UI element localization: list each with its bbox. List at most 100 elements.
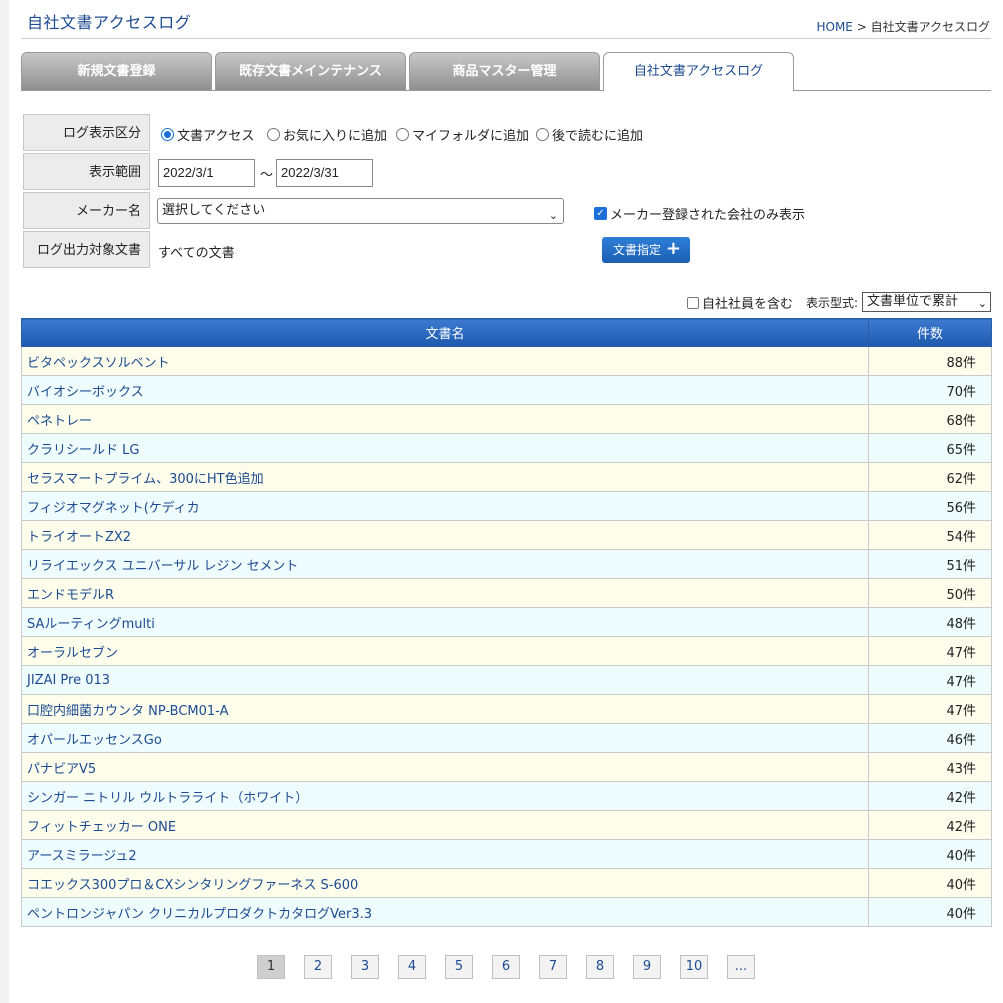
column-header-count[interactable]: 件数 xyxy=(868,318,992,347)
table-row: アースミラージュ2 40件 xyxy=(21,839,992,869)
tab-document-maintenance[interactable]: 既存文書メインテナンス xyxy=(215,52,406,90)
breadcrumb: HOME > 自社文書アクセスログ xyxy=(816,18,990,35)
maker-select-value: 選択してください xyxy=(162,203,266,218)
table-row: ペネトレー 68件 xyxy=(21,404,992,434)
pagination-page[interactable]: 3 xyxy=(351,955,379,979)
include-staff-checkbox[interactable]: 自社社員を含む xyxy=(687,293,793,312)
document-name-link[interactable]: ペントロンジャパン クリニカルプロダクトカタログVer3.3 xyxy=(21,897,869,927)
breadcrumb-separator: > xyxy=(856,20,867,34)
radio-document-access[interactable]: 文書アクセス xyxy=(161,125,254,144)
table-row: フィジオマグネット(ケディカ 56件 xyxy=(21,491,992,521)
radio-add-my-folder[interactable]: マイフォルダに追加 xyxy=(396,125,529,144)
document-name-link[interactable]: コエックス300プロ＆CXシンタリングファーネス S-600 xyxy=(21,868,869,898)
docs-row: ログ出力対象文書 すべての文書 文書指定 + xyxy=(23,231,993,270)
table-row: 口腔内細菌カウンタ NP-BCM01-A 47件 xyxy=(21,694,992,724)
column-header-document-name[interactable]: 文書名 xyxy=(21,318,869,347)
breadcrumb-home-link[interactable]: HOME xyxy=(816,20,852,34)
pagination-page[interactable]: 7 xyxy=(539,955,567,979)
chevron-down-icon: ⌄ xyxy=(977,297,987,310)
maker-only-checkbox[interactable]: ✓ メーカー登録された会社のみ表示 xyxy=(594,204,805,223)
breadcrumb-current: 自社文書アクセスログ xyxy=(870,20,990,34)
tab-product-master[interactable]: 商品マスター管理 xyxy=(409,52,600,90)
access-count: 48件 xyxy=(868,607,992,637)
table-row: トライオートZX2 54件 xyxy=(21,520,992,550)
access-count: 56件 xyxy=(868,491,992,521)
document-name-link[interactable]: バイオシーボックス xyxy=(21,375,869,405)
radio-label: マイフォルダに追加 xyxy=(412,129,530,144)
radio-unselected-icon xyxy=(396,128,409,141)
table-row: SAルーティングmulti 48件 xyxy=(21,607,992,637)
pagination-page[interactable]: 9 xyxy=(633,955,661,979)
access-count: 43件 xyxy=(868,752,992,782)
document-name-link[interactable]: セラスマートプライム、300にHT色追加 xyxy=(21,462,869,492)
range-separator: 〜 xyxy=(260,168,274,183)
docs-label: ログ出力対象文書 xyxy=(23,231,150,268)
document-name-link[interactable]: フィットチェッカー ONE xyxy=(21,810,869,840)
document-name-link[interactable]: トライオートZX2 xyxy=(21,520,869,550)
pagination-more[interactable]: ... xyxy=(727,955,755,979)
tab-access-log[interactable]: 自社文書アクセスログ xyxy=(603,52,794,91)
format-select-value: 文書単位で累計 xyxy=(867,294,959,309)
document-name-link[interactable]: シンガー ニトリル ウルトラライト（ホワイト） xyxy=(21,781,869,811)
document-name-link[interactable]: JIZAI Pre 013 xyxy=(21,665,869,695)
access-count: 42件 xyxy=(868,781,992,811)
pagination-page[interactable]: 5 xyxy=(445,955,473,979)
date-to-input[interactable]: 2022/3/31 xyxy=(276,159,373,187)
access-count: 42件 xyxy=(868,810,992,840)
pagination-page[interactable]: 6 xyxy=(492,955,520,979)
table-row: ビタペックスソルベント 88件 xyxy=(21,346,992,376)
format-select[interactable]: 文書単位で累計 ⌄ xyxy=(862,292,991,312)
access-count: 50件 xyxy=(868,578,992,608)
tab-bar: 新規文書登録 既存文書メインテナンス 商品マスター管理 自社文書アクセスログ xyxy=(21,52,991,91)
chevron-down-icon: ⌄ xyxy=(548,209,558,222)
document-name-link[interactable]: オパールエッセンスGo xyxy=(21,723,869,753)
display-options: 自社社員を含む 表示型式: 文書単位で累計 ⌄ xyxy=(21,292,991,312)
document-name-link[interactable]: リライエックス ユニバーサル レジン セメント xyxy=(21,549,869,579)
access-count: 47件 xyxy=(868,694,992,724)
access-count: 40件 xyxy=(868,868,992,898)
range-label: 表示範囲 xyxy=(23,153,150,190)
radio-read-later[interactable]: 後で読むに追加 xyxy=(536,125,643,144)
document-name-link[interactable]: アースミラージュ2 xyxy=(21,839,869,869)
access-count: 47件 xyxy=(868,636,992,666)
access-count: 68件 xyxy=(868,404,992,434)
log-type-row: ログ表示区分 文書アクセス お気に入りに追加 マイフォルダに追加 後で読むに追加 xyxy=(23,114,993,153)
tab-new-document[interactable]: 新規文書登録 xyxy=(21,52,212,90)
table-row: エンドモデルR 50件 xyxy=(21,578,992,608)
access-count: 40件 xyxy=(868,897,992,927)
access-count: 65件 xyxy=(868,433,992,463)
document-name-link[interactable]: フィジオマグネット(ケディカ xyxy=(21,491,869,521)
document-name-link[interactable]: 口腔内細菌カウンタ NP-BCM01-A xyxy=(21,694,869,724)
radio-add-favorite[interactable]: お気に入りに追加 xyxy=(267,125,387,144)
pagination-page[interactable]: 8 xyxy=(586,955,614,979)
document-name-link[interactable]: ビタペックスソルベント xyxy=(21,346,869,376)
header-divider xyxy=(21,38,991,39)
radio-label: お気に入りに追加 xyxy=(283,129,388,144)
table-header-row: 文書名 件数 xyxy=(21,318,992,347)
page-container: 自社文書アクセスログ HOME > 自社文書アクセスログ 新規文書登録 既存文書… xyxy=(9,0,1003,1003)
date-from-input[interactable]: 2022/3/1 xyxy=(158,159,255,187)
pagination-page[interactable]: 2 xyxy=(304,955,332,979)
table-row: オーラルセブン 47件 xyxy=(21,636,992,666)
radio-label: 後で読むに追加 xyxy=(552,129,644,144)
access-count: 40件 xyxy=(868,839,992,869)
table-row: フィットチェッカー ONE 42件 xyxy=(21,810,992,840)
document-name-link[interactable]: SAルーティングmulti xyxy=(21,607,869,637)
pagination-page[interactable]: 10 xyxy=(680,955,708,979)
radio-label: 文書アクセス xyxy=(177,129,255,144)
document-name-link[interactable]: ペネトレー xyxy=(21,404,869,434)
pagination-page[interactable]: 4 xyxy=(398,955,426,979)
document-name-link[interactable]: エンドモデルR xyxy=(21,578,869,608)
pagination-page[interactable]: 1 xyxy=(257,955,285,979)
checkbox-unchecked-icon xyxy=(687,296,699,309)
maker-only-label: メーカー登録された会社のみ表示 xyxy=(610,208,806,223)
table-row: セラスマートプライム、300にHT色追加 62件 xyxy=(21,462,992,492)
document-name-link[interactable]: オーラルセブン xyxy=(21,636,869,666)
log-type-label: ログ表示区分 xyxy=(23,114,150,151)
document-name-link[interactable]: パナビアV5 xyxy=(21,752,869,782)
select-documents-button[interactable]: 文書指定 + xyxy=(602,237,690,263)
radio-unselected-icon xyxy=(267,128,280,141)
document-name-link[interactable]: クラリシールド LG xyxy=(21,433,869,463)
maker-select[interactable]: 選択してください ⌄ xyxy=(157,198,564,224)
access-count: 54件 xyxy=(868,520,992,550)
